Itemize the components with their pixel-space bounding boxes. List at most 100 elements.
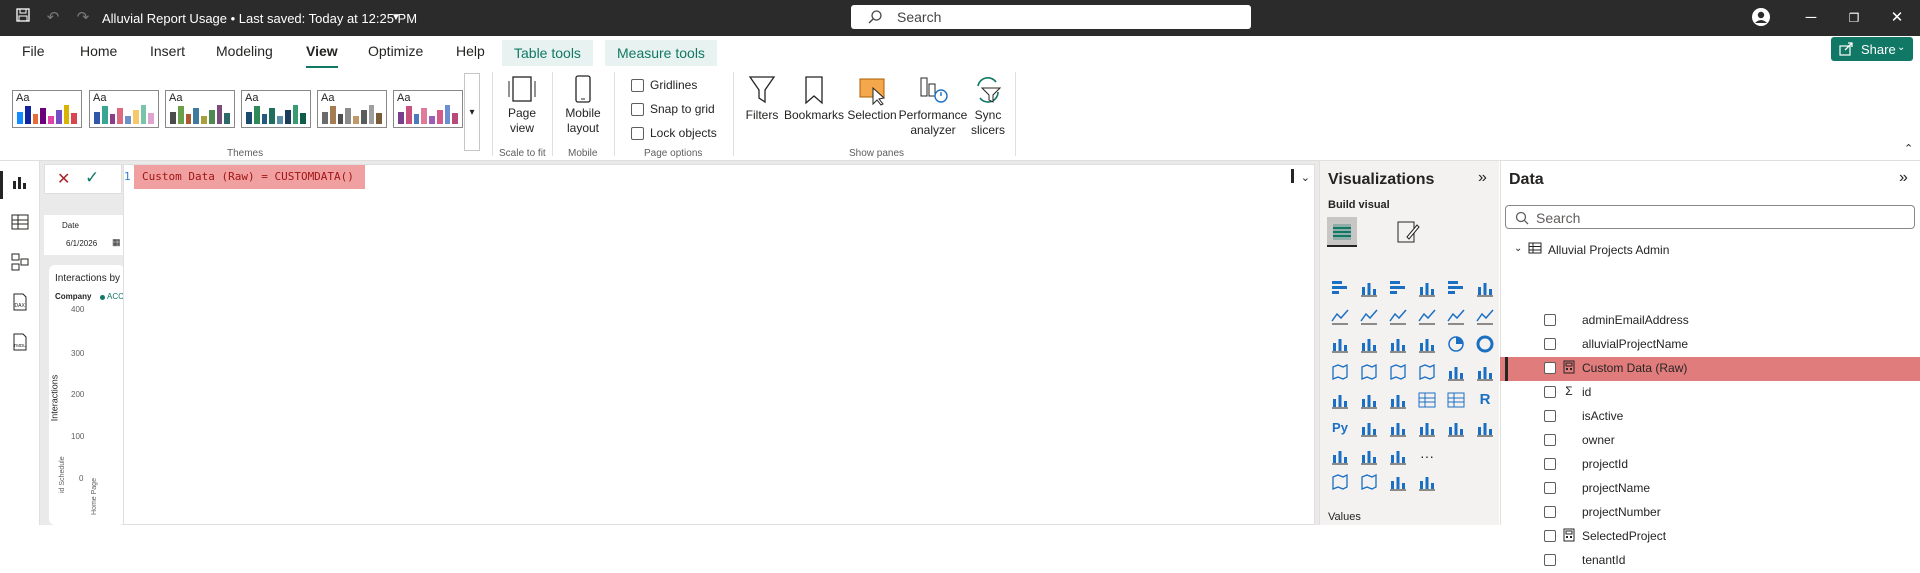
field-item[interactable]: owner: [1500, 429, 1920, 453]
shape-map-icon[interactable]: [1358, 472, 1380, 494]
field-checkbox[interactable]: [1544, 482, 1556, 494]
collapse-visualizations-icon[interactable]: »: [1478, 169, 1487, 187]
theme-swatch[interactable]: Aa: [165, 90, 235, 128]
tab-optimize[interactable]: Optimize: [368, 43, 423, 67]
sync-slicers-button[interactable]: Sync slicers: [966, 74, 1010, 138]
tmdl-view-icon[interactable]: TMDL: [10, 332, 30, 352]
azure-map-icon[interactable]: [1416, 362, 1438, 384]
field-item[interactable]: Σid: [1500, 381, 1920, 405]
data-search-input[interactable]: Search: [1505, 205, 1915, 229]
cancel-formula-icon[interactable]: ✕: [57, 169, 70, 189]
waterfall-chart-icon[interactable]: [1358, 334, 1380, 356]
tab-view[interactable]: View: [306, 43, 338, 69]
kpi-icon[interactable]: [1358, 390, 1380, 412]
line-stacked-column-chart-icon[interactable]: [1474, 306, 1496, 328]
date-slicer-value[interactable]: 6/1/2026: [66, 239, 97, 248]
field-checkbox[interactable]: [1544, 410, 1556, 422]
field-checkbox[interactable]: [1544, 506, 1556, 518]
field-item[interactable]: projectNumber: [1500, 501, 1920, 525]
filled-map-icon[interactable]: [1387, 362, 1409, 384]
ribbon-chart-icon[interactable]: [1329, 334, 1351, 356]
snap-to-grid-checkbox[interactable]: Snap to grid: [631, 102, 715, 116]
gauge-icon[interactable]: [1445, 362, 1467, 384]
r-visual-icon[interactable]: R: [1474, 390, 1496, 412]
field-item[interactable]: projectId: [1500, 453, 1920, 477]
field-item[interactable]: isActive: [1500, 405, 1920, 429]
scatter-chart-icon[interactable]: [1416, 334, 1438, 356]
field-checkbox[interactable]: [1544, 530, 1556, 542]
field-checkbox[interactable]: [1544, 314, 1556, 326]
table-name[interactable]: Alluvial Projects Admin: [1548, 243, 1669, 257]
arcgis-map-icon[interactable]: [1329, 472, 1351, 494]
area-chart-icon[interactable]: [1358, 306, 1380, 328]
close-icon[interactable]: ✕: [1886, 7, 1908, 29]
theme-swatch[interactable]: Aa: [393, 90, 463, 128]
100-stacked-column-chart-icon[interactable]: [1474, 278, 1496, 300]
lock-objects-checkbox[interactable]: Lock objects: [631, 126, 717, 140]
theme-swatch[interactable]: Aa: [241, 90, 311, 128]
funnel-chart-icon[interactable]: [1387, 334, 1409, 356]
field-checkbox[interactable]: [1544, 338, 1556, 350]
field-item[interactable]: alluvialProjectName: [1500, 333, 1920, 357]
dax-formula-editor[interactable]: ⌄: [123, 164, 1315, 525]
smart-narrative-icon[interactable]: [1474, 418, 1496, 440]
restore-icon[interactable]: ❐: [1843, 7, 1865, 29]
power-automate-icon[interactable]: [1387, 446, 1409, 468]
tab-help[interactable]: Help: [456, 43, 485, 67]
field-item[interactable]: projectName: [1500, 477, 1920, 501]
gridlines-checkbox[interactable]: Gridlines: [631, 78, 697, 92]
paginated-report-icon[interactable]: [1445, 418, 1467, 440]
slicer-icon[interactable]: [1387, 390, 1409, 412]
minimize-icon[interactable]: ─: [1800, 7, 1822, 29]
qa-visual-icon[interactable]: [1416, 418, 1438, 440]
report-view-icon[interactable]: [10, 172, 30, 192]
field-checkbox[interactable]: [1544, 386, 1556, 398]
power-apps-icon[interactable]: [1358, 446, 1380, 468]
tab-insert[interactable]: Insert: [150, 43, 185, 67]
field-item[interactable]: Custom Data (Raw): [1500, 357, 1920, 381]
dax-query-view-icon[interactable]: DAX: [10, 292, 30, 312]
title-dropdown-icon[interactable]: ▼: [385, 7, 407, 29]
map-icon[interactable]: [1358, 362, 1380, 384]
card-icon[interactable]: [1474, 362, 1496, 384]
calendar-icon[interactable]: ▦: [112, 237, 121, 248]
tab-modeling[interactable]: Modeling: [216, 43, 273, 67]
page-view-button[interactable]: Page view: [502, 74, 542, 136]
date-slicer[interactable]: Date 6/1/2026 ▦: [44, 215, 126, 255]
filters-button[interactable]: Filters: [742, 74, 782, 123]
save-icon[interactable]: [12, 7, 34, 29]
multi-row-card-icon[interactable]: [1329, 390, 1351, 412]
metrics-icon[interactable]: [1329, 446, 1351, 468]
collapse-data-icon[interactable]: »: [1899, 169, 1908, 187]
line-clustered-column-chart-icon[interactable]: [1445, 306, 1467, 328]
theme-swatch[interactable]: Aa: [89, 90, 159, 128]
interactions-chart[interactable]: Interactions by Company ACC Interactions…: [49, 265, 125, 525]
expand-editor-icon[interactable]: ⌄: [1301, 171, 1310, 184]
python-visual-icon[interactable]: Py: [1329, 418, 1351, 440]
undo-icon[interactable]: ↶: [42, 7, 64, 29]
field-checkbox[interactable]: [1544, 458, 1556, 470]
key-influencers-icon[interactable]: [1358, 418, 1380, 440]
tab-home[interactable]: Home: [80, 43, 117, 67]
field-checkbox[interactable]: [1544, 362, 1556, 374]
line-chart-icon[interactable]: [1329, 306, 1351, 328]
stacked-area-chart-icon[interactable]: [1387, 306, 1409, 328]
field-item[interactable]: tenantId: [1500, 549, 1920, 573]
account-icon[interactable]: [1750, 7, 1772, 29]
stacked-bar-chart-icon[interactable]: [1329, 278, 1351, 300]
performance-analyzer-button[interactable]: Performance analyzer: [898, 74, 968, 138]
commit-formula-icon[interactable]: ✓: [85, 168, 99, 188]
tab-file[interactable]: File: [22, 43, 45, 67]
field-checkbox[interactable]: [1544, 434, 1556, 446]
matrix-icon[interactable]: [1445, 390, 1467, 412]
100-stacked-area-chart-icon[interactable]: [1416, 306, 1438, 328]
redo-icon[interactable]: ↷: [72, 7, 94, 29]
format-visual-tab[interactable]: [1395, 219, 1421, 248]
themes-more-button[interactable]: ▾: [464, 73, 480, 151]
bookmarks-button[interactable]: Bookmarks: [783, 74, 845, 123]
clustered-bar-chart-icon[interactable]: [1387, 278, 1409, 300]
table-expand-chevron-icon[interactable]: ⌄: [1514, 243, 1522, 254]
clustered-column-chart-icon[interactable]: [1416, 278, 1438, 300]
build-visual-tab[interactable]: [1327, 217, 1357, 247]
word-cloud-icon[interactable]: [1416, 472, 1438, 494]
